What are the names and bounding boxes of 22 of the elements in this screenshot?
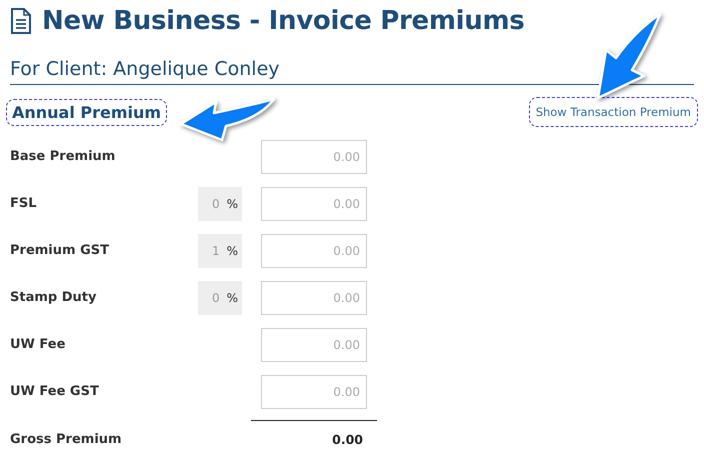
total-value: 0.00 — [331, 432, 363, 447]
section-title: Annual Premium — [6, 98, 168, 126]
amount-field[interactable]: 0.00 — [261, 140, 367, 174]
field-label: Premium GST — [10, 243, 110, 258]
rate-field[interactable]: 0 % — [198, 186, 242, 220]
amount-field[interactable]: 0.00 — [261, 280, 367, 314]
field-label: UW Fee GST — [10, 384, 100, 399]
page-title: New Business - Invoice Premiums — [42, 6, 524, 36]
amount-field[interactable]: 0.00 — [261, 234, 367, 268]
field-label: FSL — [10, 196, 38, 211]
rate-field[interactable]: 1 % — [198, 234, 242, 268]
field-label: Base Premium — [10, 149, 116, 164]
document-icon — [10, 8, 32, 34]
field-label: UW Fee — [10, 337, 66, 352]
amount-field[interactable]: 0.00 — [261, 328, 367, 362]
client-heading: For Client: Angelique Conley — [10, 58, 280, 80]
total-label: Gross Premium — [10, 432, 123, 447]
field-label: Stamp Duty — [10, 290, 98, 305]
toggle-link[interactable]: Show Transaction Premium — [528, 97, 698, 127]
amount-field[interactable]: 0.00 — [261, 186, 367, 220]
rate-field[interactable]: 0 % — [198, 280, 242, 314]
amount-field[interactable]: 0.00 — [261, 374, 367, 408]
